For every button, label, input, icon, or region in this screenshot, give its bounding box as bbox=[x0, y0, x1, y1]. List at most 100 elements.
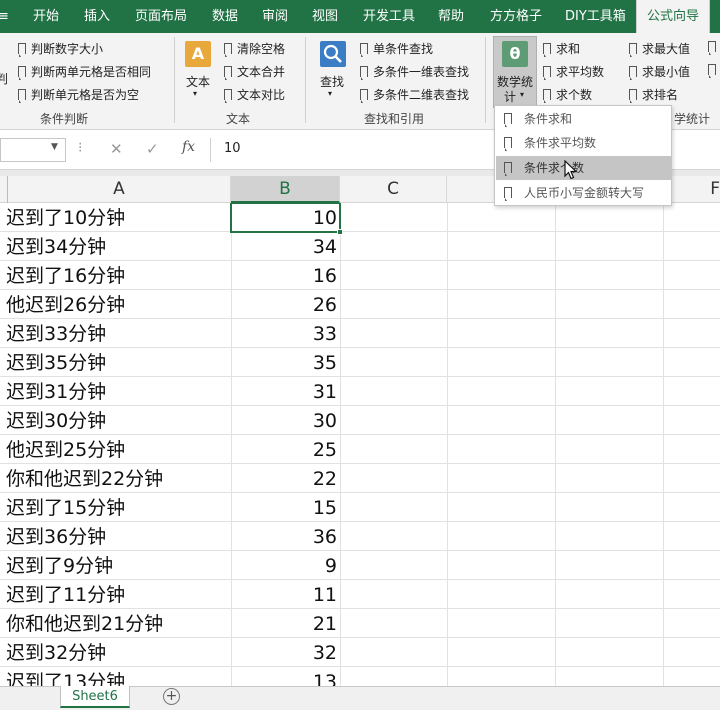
divider bbox=[210, 138, 211, 162]
tab-data[interactable]: 数据 bbox=[212, 0, 238, 33]
tab-insert[interactable]: 插入 bbox=[84, 0, 110, 33]
cell-a[interactable]: 迟到33分钟 bbox=[6, 319, 106, 348]
cell-b[interactable]: 16 bbox=[232, 261, 337, 290]
cell-b[interactable]: 34 bbox=[232, 232, 337, 261]
cell-b[interactable]: 36 bbox=[232, 522, 337, 551]
cell-a[interactable]: 迟到了16分钟 bbox=[6, 261, 125, 290]
cell-a[interactable]: 他迟到25分钟 bbox=[6, 435, 125, 464]
bookmark-icon bbox=[543, 66, 551, 80]
rank[interactable]: 求排名 bbox=[629, 86, 678, 103]
bookmark-icon bbox=[224, 43, 232, 57]
sheet-tab-sheet6[interactable]: Sheet6 bbox=[60, 686, 130, 708]
cell-b[interactable]: 31 bbox=[232, 377, 337, 406]
multi-condition-2d-lookup[interactable]: 多条件二维表查找 bbox=[360, 86, 469, 103]
column-header-a[interactable]: A bbox=[8, 176, 231, 203]
tab-formula-wizard[interactable]: 公式向导 bbox=[636, 0, 711, 33]
text-icon: A bbox=[185, 41, 211, 67]
fill-handle[interactable] bbox=[337, 229, 343, 235]
bookmark-icon[interactable] bbox=[708, 63, 720, 78]
cell-b[interactable]: 26 bbox=[232, 290, 337, 319]
tab-file-partial[interactable]: ≡ bbox=[0, 0, 9, 33]
tab-fangfang[interactable]: 方方格子 bbox=[490, 0, 542, 33]
menu-item-conditional-sum[interactable]: 条件求和 bbox=[496, 107, 671, 131]
average[interactable]: 求平均数 bbox=[543, 63, 604, 80]
add-sheet-button[interactable]: + bbox=[163, 688, 180, 705]
cell-a[interactable]: 迟到了15分钟 bbox=[6, 493, 125, 522]
cell-b[interactable]: 32 bbox=[232, 638, 337, 667]
cell-b[interactable]: 30 bbox=[232, 406, 337, 435]
cell-b[interactable]: 21 bbox=[232, 609, 337, 638]
menu-item-conditional-average[interactable]: 条件求平均数 bbox=[496, 131, 671, 155]
cell-a[interactable]: 迟到35分钟 bbox=[6, 348, 106, 377]
cell-a[interactable]: 迟到31分钟 bbox=[6, 377, 106, 406]
cell-b[interactable]: 25 bbox=[232, 435, 337, 464]
enter-icon[interactable]: ✓ bbox=[146, 140, 159, 158]
max-value[interactable]: 求最大值 bbox=[629, 40, 690, 57]
cell-b[interactable]: 33 bbox=[232, 319, 337, 348]
formula-input[interactable]: 10 bbox=[224, 141, 241, 156]
judge-number-size[interactable]: 判断数字大小 bbox=[18, 40, 103, 57]
bookmark-icon[interactable] bbox=[708, 40, 720, 55]
tab-home[interactable]: 开始 bbox=[33, 0, 59, 33]
cell-b[interactable]: 15 bbox=[232, 493, 337, 522]
cell-b[interactable]: 11 bbox=[232, 580, 337, 609]
cell-a[interactable]: 迟到了9分钟 bbox=[6, 551, 113, 580]
cell-a[interactable]: 迟到了10分钟 bbox=[6, 203, 125, 232]
cell-a[interactable]: 迟到32分钟 bbox=[6, 638, 106, 667]
table-row: 迟到33分钟 33 bbox=[0, 319, 720, 348]
cell-a[interactable]: 他迟到26分钟 bbox=[6, 290, 125, 319]
tab-review[interactable]: 审阅 bbox=[262, 0, 288, 33]
text-button[interactable]: 文本 bbox=[186, 73, 210, 90]
judge-cell-empty[interactable]: 判断单元格是否为空 bbox=[18, 86, 139, 103]
text-compare[interactable]: 文本对比 bbox=[224, 86, 285, 103]
cell-b[interactable]: 13 bbox=[232, 667, 337, 686]
bookmark-icon bbox=[543, 89, 551, 103]
count[interactable]: 求个数 bbox=[543, 86, 592, 103]
cell-a[interactable]: 迟到30分钟 bbox=[6, 406, 106, 435]
table-row: 迟到36分钟 36 bbox=[0, 522, 720, 551]
single-condition-lookup[interactable]: 单条件查找 bbox=[360, 40, 433, 57]
cell-b[interactable]: 9 bbox=[232, 551, 337, 580]
column-header-c[interactable]: C bbox=[340, 176, 447, 203]
cell-a[interactable]: 你和他迟到22分钟 bbox=[6, 464, 163, 493]
menu-item-conditional-count[interactable]: 条件求个数 bbox=[496, 156, 671, 180]
tab-page-layout[interactable]: 页面布局 bbox=[135, 0, 187, 33]
column-header-b[interactable]: B bbox=[231, 176, 340, 203]
group-separator bbox=[305, 37, 306, 123]
name-box[interactable]: ▼ bbox=[0, 138, 66, 162]
cell-a[interactable]: 迟到了13分钟 bbox=[6, 667, 125, 686]
bookmark-icon bbox=[504, 113, 512, 127]
math-stats-button[interactable]: θ 数学统 计 ▾ bbox=[493, 36, 537, 108]
sum[interactable]: 求和 bbox=[543, 40, 580, 57]
bookmark-icon bbox=[224, 89, 232, 103]
cell-a[interactable]: 迟到34分钟 bbox=[6, 232, 106, 261]
cell-a[interactable]: 迟到了11分钟 bbox=[6, 580, 125, 609]
cell-b[interactable]: 35 bbox=[232, 348, 337, 377]
clear-spaces[interactable]: 清除空格 bbox=[224, 40, 285, 57]
table-row: 迟到了9分钟 9 bbox=[0, 551, 720, 580]
multi-condition-1d-lookup[interactable]: 多条件一维表查找 bbox=[360, 63, 469, 80]
table-row: 你和他迟到22分钟 22 bbox=[0, 464, 720, 493]
menu-item-rmb-uppercase[interactable]: 人民币小写金额转大写 bbox=[496, 181, 671, 205]
insert-function-button[interactable]: fx bbox=[182, 139, 195, 155]
cell-a[interactable]: 你和他迟到21分钟 bbox=[6, 609, 163, 638]
tab-developer[interactable]: 开发工具 bbox=[363, 0, 415, 33]
text-merge[interactable]: 文本合并 bbox=[224, 63, 285, 80]
tab-help[interactable]: 帮助 bbox=[438, 0, 464, 33]
judge-cells-same[interactable]: 判断两单元格是否相同 bbox=[18, 63, 151, 80]
mouse-cursor-icon bbox=[564, 160, 578, 180]
group-label-condition: 条件判断 bbox=[40, 112, 89, 126]
cell-a[interactable]: 迟到36分钟 bbox=[6, 522, 106, 551]
select-all-corner[interactable] bbox=[0, 176, 8, 203]
tab-diy-toolbox[interactable]: DIY工具箱 bbox=[565, 0, 626, 33]
lookup-button[interactable]: 查找 bbox=[320, 73, 344, 90]
tab-view[interactable]: 视图 bbox=[312, 0, 338, 33]
min-value[interactable]: 求最小值 bbox=[629, 63, 690, 80]
table-row: 他迟到25分钟 25 bbox=[0, 435, 720, 464]
cell-b[interactable]: 22 bbox=[232, 464, 337, 493]
cut-button-label[interactable]: 判 bbox=[0, 70, 8, 87]
group-separator bbox=[174, 37, 175, 123]
table-row: 迟到35分钟 35 bbox=[0, 348, 720, 377]
cancel-icon[interactable]: ✕ bbox=[110, 140, 123, 158]
spreadsheet-grid[interactable]: 迟到了10分钟 10 迟到34分钟 34 迟到了16分钟 16 他迟到26分钟 26 迟到33分… bbox=[0, 203, 720, 686]
